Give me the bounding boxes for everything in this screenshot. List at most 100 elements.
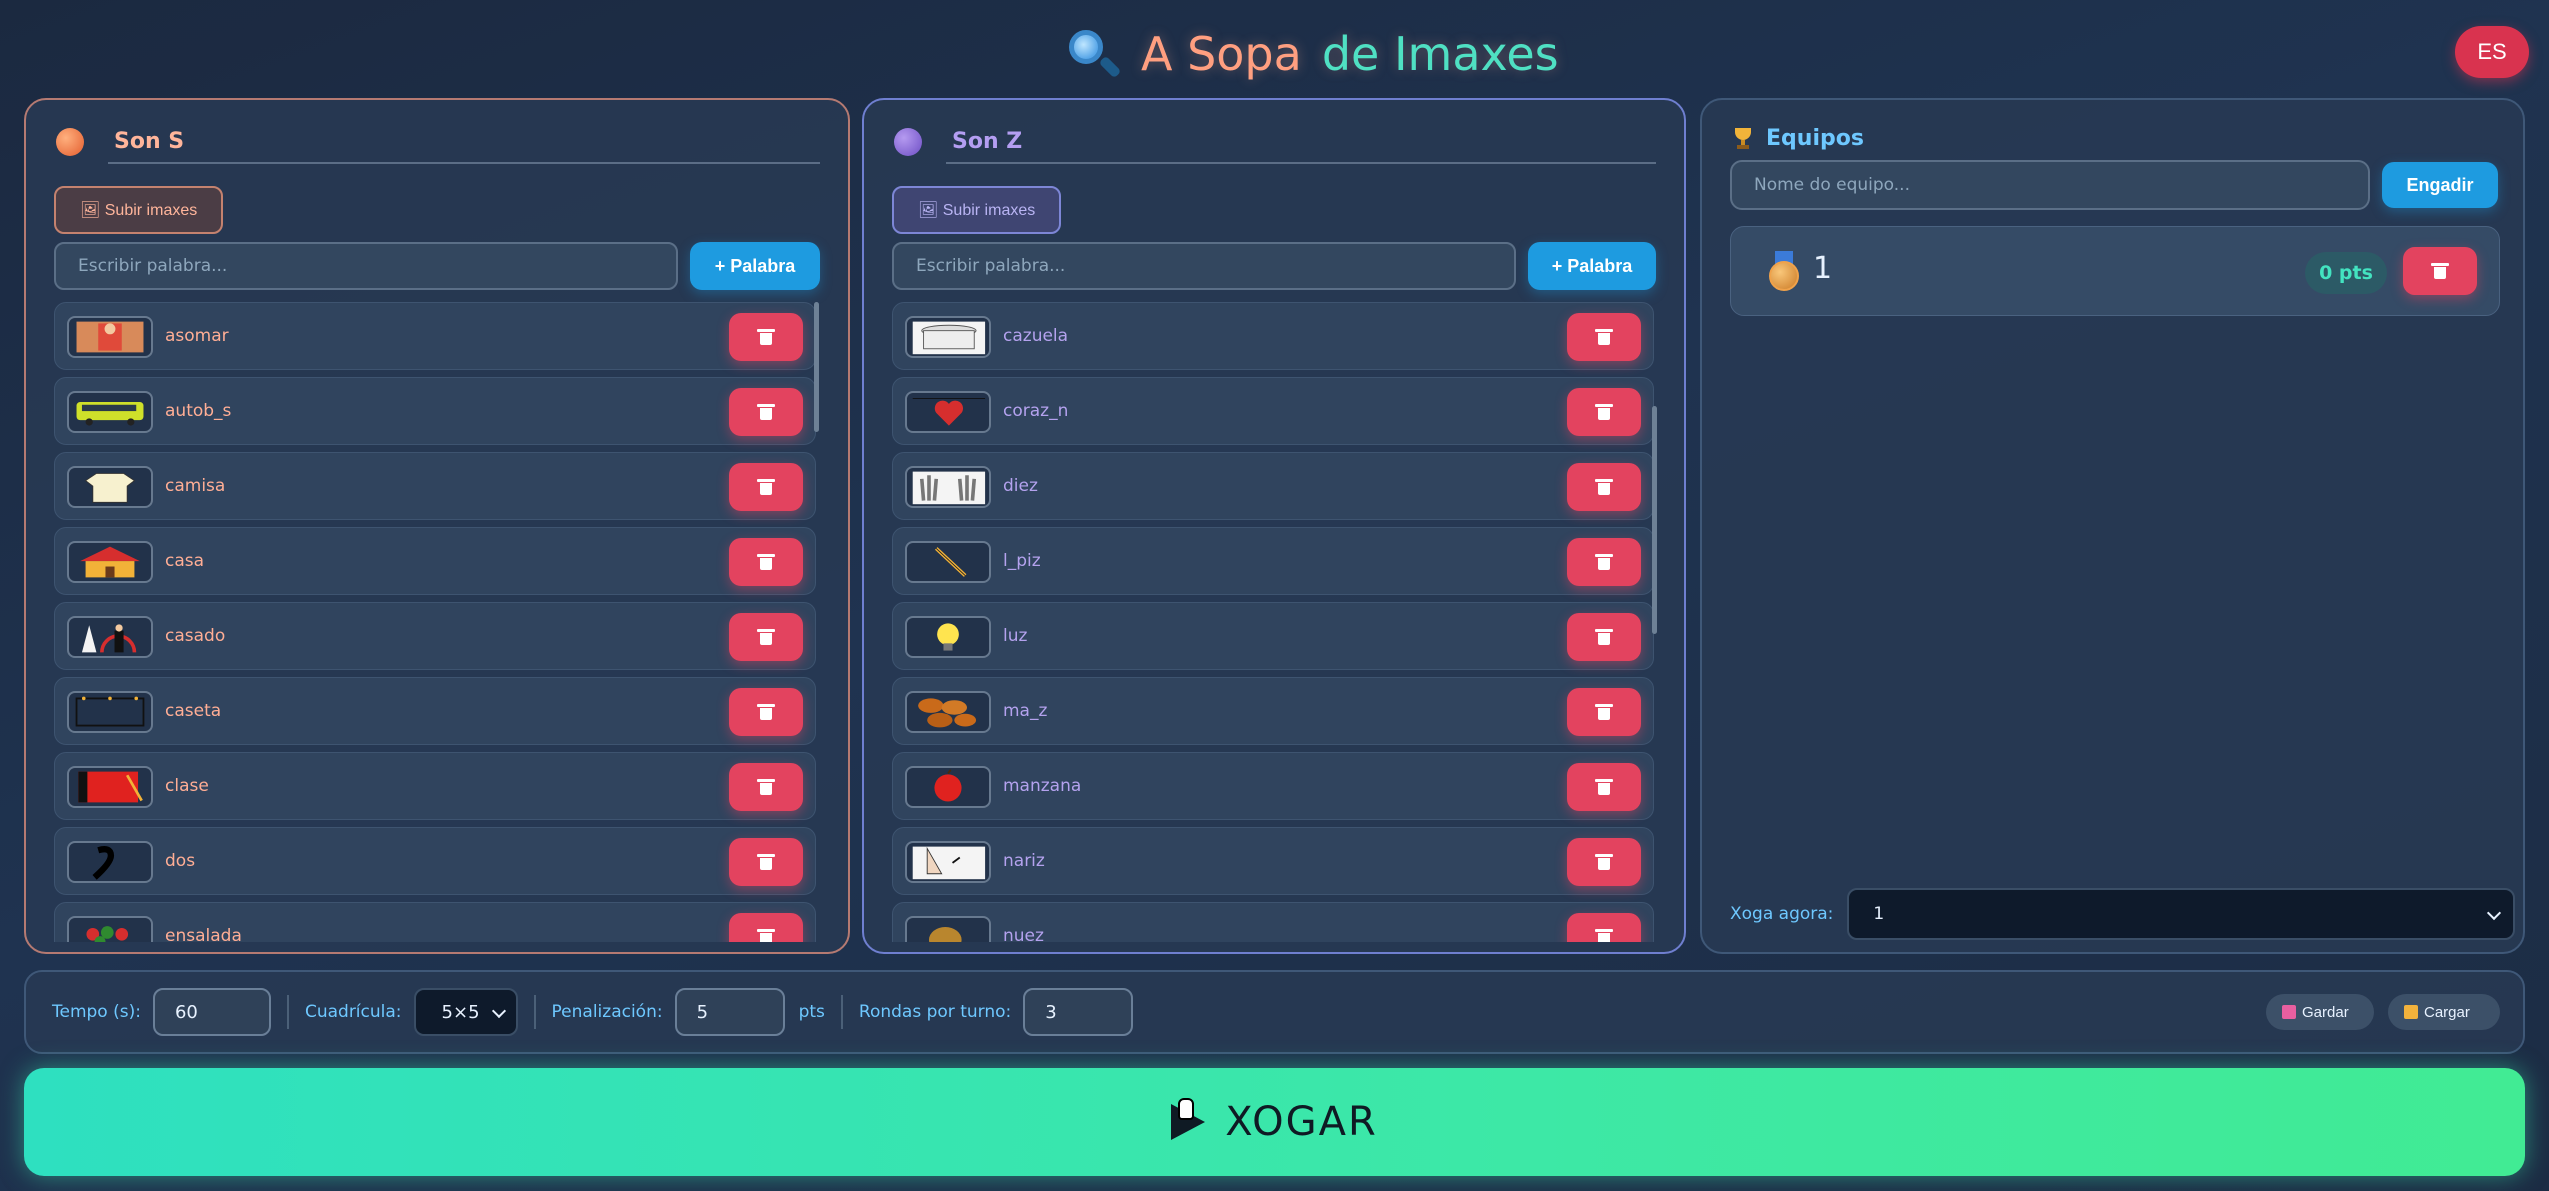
current-player-row: Xoga agora: 1 xyxy=(1730,888,2516,940)
panel-header: Son S xyxy=(56,120,820,164)
word-label: nariz xyxy=(1003,851,1045,871)
trash-icon xyxy=(1595,929,1613,942)
list-item: dos xyxy=(54,827,816,895)
scrollbar[interactable] xyxy=(1652,406,1657,634)
trash-icon xyxy=(1595,854,1613,870)
trophy-icon xyxy=(1732,127,1754,149)
current-player-select[interactable]: 1 xyxy=(1847,888,2516,940)
delete-team-button[interactable] xyxy=(2403,247,2477,295)
list-item: ensalada xyxy=(54,902,816,942)
word-label: dos xyxy=(165,851,196,871)
load-button[interactable]: Cargar xyxy=(2388,994,2500,1030)
trash-icon xyxy=(757,779,775,795)
delete-word-button[interactable] xyxy=(1567,913,1641,942)
trash-icon xyxy=(1595,779,1613,795)
penalty-unit: pts xyxy=(798,1002,825,1022)
delete-word-button[interactable] xyxy=(1567,313,1641,361)
delete-word-button[interactable] xyxy=(729,313,803,361)
grid-label: Cuadrícula: xyxy=(304,1002,402,1022)
delete-word-button[interactable] xyxy=(1567,613,1641,661)
time-input[interactable]: 60 xyxy=(152,988,271,1036)
teams-panel: Equipos Engadir 1 0 pts Xoga agora: 1 xyxy=(1700,98,2525,954)
word-input[interactable] xyxy=(892,242,1516,290)
hands-image xyxy=(905,466,991,508)
trash-icon xyxy=(757,629,775,645)
delete-word-button[interactable] xyxy=(1567,763,1641,811)
divider xyxy=(840,995,843,1029)
panel-header: Son Z xyxy=(894,120,1656,164)
add-team-button[interactable]: Engadir xyxy=(2382,162,2498,208)
penalty-input[interactable]: 5 xyxy=(674,988,785,1036)
list-item: autob_s xyxy=(54,377,816,445)
word-input[interactable] xyxy=(54,242,678,290)
word-label: asomar xyxy=(165,326,229,346)
settings-bar: Tempo (s): 60 Cuadrícula: 5×5 Penalizaci… xyxy=(24,970,2525,1054)
trash-icon xyxy=(757,704,775,720)
delete-word-button[interactable] xyxy=(1567,838,1641,886)
play-button[interactable]: XOGAR xyxy=(24,1068,2525,1176)
list-item: coraz_n xyxy=(892,377,1654,445)
word-label: clase xyxy=(165,776,209,796)
delete-word-button[interactable] xyxy=(729,688,803,736)
delete-word-button[interactable] xyxy=(1567,538,1641,586)
add-word-row: + Palabra xyxy=(54,242,820,290)
salad-image xyxy=(67,916,153,942)
purple-dot-icon xyxy=(894,128,922,156)
save-label: Gardar xyxy=(2302,1003,2349,1021)
add-word-button[interactable]: + Palabra xyxy=(1528,242,1656,290)
delete-word-button[interactable] xyxy=(729,538,803,586)
panel-name-field[interactable]: Son S xyxy=(108,120,820,164)
trash-icon xyxy=(1595,704,1613,720)
penalty-label: Penalización: xyxy=(551,1002,663,1022)
word-panel-s: Son S 🖼 Subir imaxes + Palabra asomar aut… xyxy=(24,98,850,954)
word-list[interactable]: asomar autob_s camisa casa casado caseta clase… xyxy=(54,302,816,942)
list-item: nariz xyxy=(892,827,1654,895)
play-label: XOGAR xyxy=(1225,1099,1378,1145)
panel-name-field[interactable]: Son Z xyxy=(946,120,1656,164)
scrollbar[interactable] xyxy=(814,302,819,432)
shirt-image xyxy=(67,466,153,508)
trash-icon xyxy=(757,854,775,870)
list-item: diez xyxy=(892,452,1654,520)
trash-icon xyxy=(1595,404,1613,420)
grid-value: 5×5 xyxy=(441,1001,480,1023)
word-label: cazuela xyxy=(1003,326,1069,346)
team-points-badge: 0 pts xyxy=(2305,252,2387,294)
delete-word-button[interactable] xyxy=(1567,688,1641,736)
grid-select[interactable]: 5×5 xyxy=(413,988,518,1036)
word-label: casa xyxy=(165,551,205,571)
add-word-button[interactable]: + Palabra xyxy=(690,242,820,290)
delete-word-button[interactable] xyxy=(729,913,803,942)
trash-icon xyxy=(1595,554,1613,570)
wedding-couple-image xyxy=(67,616,153,658)
trash-icon xyxy=(757,929,775,942)
classroom-image xyxy=(67,766,153,808)
list-item: casa xyxy=(54,527,816,595)
word-label: caseta xyxy=(165,701,222,721)
person-window-image xyxy=(67,316,153,358)
delete-word-button[interactable] xyxy=(729,463,803,511)
team-name-input[interactable] xyxy=(1730,160,2370,210)
delete-word-button[interactable] xyxy=(729,613,803,661)
delete-word-button[interactable] xyxy=(729,763,803,811)
list-item: manzana xyxy=(892,752,1654,820)
nose-image xyxy=(905,841,991,883)
apple-image xyxy=(905,766,991,808)
word-list[interactable]: cazuela coraz_n diez l_piz luz ma_z manzana nar… xyxy=(892,302,1654,942)
word-label: ma_z xyxy=(1003,701,1048,721)
upload-images-button[interactable]: 🖼 Subir imaxes xyxy=(54,186,224,234)
rounds-input[interactable]: 3 xyxy=(1023,988,1134,1036)
delete-word-button[interactable] xyxy=(1567,388,1641,436)
word-panel-z: Son Z 🖼 Subir imaxes + Palabra cazuela co… xyxy=(862,98,1686,954)
delete-word-button[interactable] xyxy=(729,838,803,886)
title-part-1: A Sopa xyxy=(1141,27,1302,81)
delete-word-button[interactable] xyxy=(729,388,803,436)
orange-dot-icon xyxy=(56,128,84,156)
language-button[interactable]: ES xyxy=(2455,26,2529,78)
upload-images-button[interactable]: 🖼 Subir imaxes xyxy=(892,186,1062,234)
load-label: Cargar xyxy=(2424,1003,2470,1021)
trash-icon xyxy=(757,404,775,420)
hand-cursor-icon xyxy=(1178,1098,1194,1120)
save-button[interactable]: Gardar xyxy=(2266,994,2374,1030)
delete-word-button[interactable] xyxy=(1567,463,1641,511)
